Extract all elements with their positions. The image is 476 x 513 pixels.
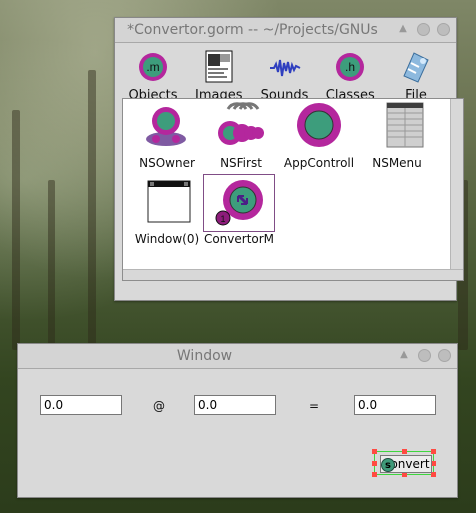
- palette-item-label: NSFirst: [220, 156, 262, 170]
- converter-titlebar: Window ▲: [18, 344, 457, 369]
- palette-item-nsfirst[interactable]: NSFirst: [201, 101, 281, 170]
- selection-handle-tl[interactable]: [372, 449, 377, 454]
- palette-item-appcontroller[interactable]: AppControll: [279, 101, 359, 170]
- input-field-left-value: 0.0: [44, 398, 64, 412]
- input-field-left[interactable]: 0.0: [40, 395, 122, 415]
- at-symbol: @: [153, 399, 165, 413]
- close-icon[interactable]: [418, 348, 431, 362]
- file-icon: [403, 52, 429, 83]
- selection-handle-ml[interactable]: [372, 461, 377, 466]
- nsfirst-icon: [218, 102, 264, 145]
- nsmenu-icon: [386, 102, 424, 148]
- palette-item-label: NSOwner: [139, 156, 195, 170]
- converter-window: Window ▲ 0.0 @ 0.0 = 0.0 onvert s: [17, 343, 458, 498]
- palette-item-convertor[interactable]: 1 ConvertorM: [199, 177, 279, 246]
- palette-item-label: AppControll: [283, 156, 355, 170]
- hide-icon[interactable]: [438, 348, 451, 362]
- desktop-tree: [48, 180, 55, 350]
- selection-handle-bl[interactable]: [372, 472, 377, 477]
- nsowner-icon: [146, 107, 186, 146]
- svg-text:1: 1: [220, 214, 225, 224]
- result-field[interactable]: 0.0: [354, 395, 436, 415]
- converter-title: Window: [176, 348, 233, 364]
- result-field-value: 0.0: [358, 398, 378, 412]
- palette-item-window[interactable]: Window(0): [127, 177, 207, 246]
- appcontroller-icon: [297, 103, 341, 147]
- converter-window-controls: ▲: [397, 348, 451, 362]
- sounds-icon: [269, 59, 300, 77]
- input-field-middle[interactable]: 0.0: [194, 395, 276, 415]
- palette-item-label: NSMenu: [372, 156, 422, 170]
- palette-item-label: ConvertorM: [203, 232, 275, 246]
- images-icon: [205, 50, 233, 83]
- convert-button-selection: onvert s: [372, 449, 436, 477]
- vertical-scrollbar[interactable]: [450, 99, 463, 280]
- palette-item-nsowner[interactable]: NSOwner: [127, 101, 207, 170]
- document-title: *Convertor.gorm -- ~/Projects/GNUs: [127, 22, 378, 38]
- close-icon[interactable]: [417, 22, 430, 36]
- connection-badge: s: [381, 458, 395, 472]
- palette-item-nsmenu[interactable]: NSMenu: [357, 101, 437, 170]
- svg-text:.h: .h: [345, 60, 355, 74]
- desktop-tree: [88, 70, 96, 350]
- miniaturize-icon[interactable]: ▲: [397, 348, 411, 362]
- window-icon: [147, 180, 191, 223]
- input-field-middle-value: 0.0: [198, 398, 218, 412]
- equals-symbol: =: [309, 399, 320, 413]
- document-titlebar: *Convertor.gorm -- ~/Projects/GNUs ▲: [115, 18, 456, 43]
- objects-palette: NSOwner NSFirst AppControll NSMenu Windo…: [122, 98, 464, 281]
- palette-item-label: Window(0): [134, 232, 200, 246]
- classes-icon: .h: [336, 53, 365, 81]
- convertor-icon: 1: [215, 180, 263, 226]
- svg-text:.m: .m: [146, 60, 159, 74]
- gorm-document-window: *Convertor.gorm -- ~/Projects/GNUs ▲ .m …: [114, 17, 464, 301]
- convert-button-label: onvert: [390, 457, 430, 471]
- selection-handle-tm[interactable]: [402, 449, 407, 454]
- window-controls: ▲: [396, 22, 450, 36]
- miniaturize-icon[interactable]: ▲: [396, 22, 410, 36]
- connection-badge-label: s: [385, 460, 391, 471]
- horizontal-scrollbar[interactable]: [123, 269, 463, 280]
- objects-icon: .m: [139, 53, 167, 81]
- hide-icon[interactable]: [437, 22, 450, 36]
- selection-handle-tr[interactable]: [431, 449, 436, 454]
- desktop-tree: [12, 110, 20, 350]
